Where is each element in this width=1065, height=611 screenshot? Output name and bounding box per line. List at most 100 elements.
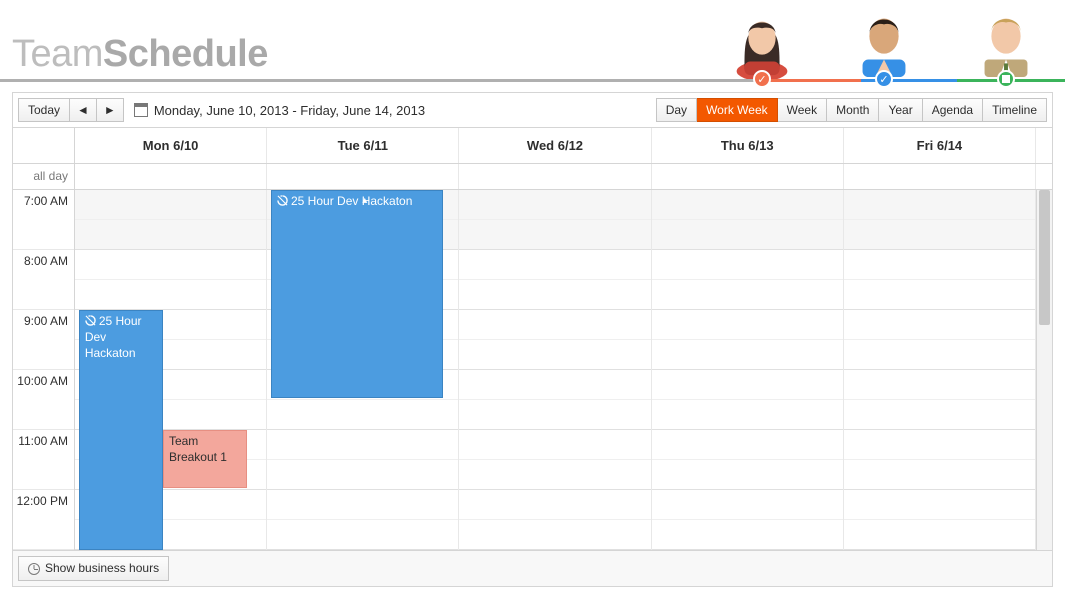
- time-cell[interactable]: [459, 400, 650, 430]
- day-header[interactable]: Wed 6/12: [459, 128, 651, 163]
- calendar-event[interactable]: Team Breakout 1: [163, 430, 247, 488]
- recurring-icon: [277, 195, 288, 206]
- person-checkbox-3[interactable]: [997, 70, 1015, 88]
- day-header[interactable]: Tue 6/11: [267, 128, 459, 163]
- allday-cell[interactable]: [459, 164, 651, 189]
- view-button-week[interactable]: Week: [778, 98, 827, 122]
- app-header: TeamSchedule: [0, 0, 1065, 82]
- continues-up-icon: ▴: [362, 194, 367, 207]
- business-hours-label: Show business hours: [45, 561, 159, 575]
- time-slot-label: 9:00 AM: [13, 310, 74, 370]
- view-button-work-week[interactable]: Work Week: [697, 98, 778, 122]
- allday-cell[interactable]: [75, 164, 267, 189]
- time-cell[interactable]: [844, 280, 1035, 310]
- time-cell[interactable]: [844, 400, 1035, 430]
- allday-cell[interactable]: [844, 164, 1036, 189]
- time-cell[interactable]: [652, 280, 843, 310]
- day-column[interactable]: [459, 190, 651, 550]
- time-cell[interactable]: [267, 520, 458, 550]
- time-cell[interactable]: [267, 460, 458, 490]
- prev-button[interactable]: ◄: [70, 98, 97, 122]
- time-cell[interactable]: [844, 430, 1035, 460]
- view-button-year[interactable]: Year: [879, 98, 922, 122]
- time-cell[interactable]: [459, 430, 650, 460]
- time-cell[interactable]: [267, 490, 458, 520]
- header-scroll-spacer: [1036, 128, 1052, 163]
- time-cell[interactable]: [75, 220, 266, 250]
- time-cell[interactable]: [652, 190, 843, 220]
- day-header[interactable]: Thu 6/13: [652, 128, 844, 163]
- time-cell[interactable]: [459, 460, 650, 490]
- time-cell[interactable]: [459, 250, 650, 280]
- time-cell[interactable]: [652, 250, 843, 280]
- person-avatar-1[interactable]: [721, 0, 803, 79]
- person-checkbox-1[interactable]: [753, 70, 771, 88]
- toolbar-left: Today ◄ ► Monday, June 10, 2013 - Friday…: [18, 98, 425, 122]
- time-cell[interactable]: [844, 490, 1035, 520]
- time-cell[interactable]: [844, 460, 1035, 490]
- business-hours-button[interactable]: Show business hours: [18, 556, 169, 580]
- view-button-month[interactable]: Month: [827, 98, 879, 122]
- time-cell[interactable]: [844, 520, 1035, 550]
- view-switcher: DayWork WeekWeekMonthYearAgendaTimeline: [656, 98, 1047, 122]
- time-cell[interactable]: [844, 190, 1035, 220]
- time-cell[interactable]: [844, 370, 1035, 400]
- view-button-timeline[interactable]: Timeline: [983, 98, 1047, 122]
- time-cell[interactable]: [75, 190, 266, 220]
- person-avatar-2[interactable]: [843, 0, 925, 79]
- time-cell[interactable]: [844, 250, 1035, 280]
- time-cell[interactable]: [459, 490, 650, 520]
- day-column[interactable]: 25 Hour Dev HackatonTeam Breakout 1: [75, 190, 267, 550]
- allday-cell[interactable]: [652, 164, 844, 189]
- time-cell[interactable]: [844, 340, 1035, 370]
- time-cell[interactable]: [459, 520, 650, 550]
- time-cell[interactable]: [652, 460, 843, 490]
- time-cell[interactable]: [267, 400, 458, 430]
- time-cell[interactable]: [844, 310, 1035, 340]
- allday-label: all day: [13, 164, 75, 189]
- view-button-agenda[interactable]: Agenda: [923, 98, 983, 122]
- time-cell[interactable]: [267, 430, 458, 460]
- day-header[interactable]: Mon 6/10: [75, 128, 267, 163]
- people-selector: [721, 0, 1065, 79]
- day-column[interactable]: [652, 190, 844, 550]
- allday-scroll-spacer: [1036, 164, 1052, 189]
- calendar-event[interactable]: 25 Hour Dev Hackaton▴: [271, 190, 443, 398]
- time-cell[interactable]: [459, 340, 650, 370]
- date-range-text: Monday, June 10, 2013 - Friday, June 14,…: [154, 103, 425, 118]
- scrollbar-thumb[interactable]: [1039, 190, 1050, 325]
- scheduler: Today ◄ ► Monday, June 10, 2013 - Friday…: [12, 92, 1053, 587]
- person-avatar-3[interactable]: [965, 0, 1047, 79]
- day-column[interactable]: [844, 190, 1036, 550]
- time-cell[interactable]: [652, 220, 843, 250]
- day-header[interactable]: Fri 6/14: [844, 128, 1036, 163]
- time-cell[interactable]: [75, 280, 266, 310]
- time-cell[interactable]: [652, 490, 843, 520]
- person-checkbox-2[interactable]: [875, 70, 893, 88]
- recurring-icon: [85, 315, 96, 326]
- time-cell[interactable]: [844, 220, 1035, 250]
- time-cell[interactable]: [652, 310, 843, 340]
- today-button[interactable]: Today: [18, 98, 70, 122]
- event-title: Team Breakout 1: [169, 434, 227, 464]
- time-cell[interactable]: [75, 250, 266, 280]
- time-cell[interactable]: [652, 370, 843, 400]
- day-column[interactable]: 25 Hour Dev Hackaton▴: [267, 190, 459, 550]
- time-cell[interactable]: [652, 430, 843, 460]
- date-range-picker[interactable]: Monday, June 10, 2013 - Friday, June 14,…: [134, 103, 425, 118]
- time-cell[interactable]: [459, 370, 650, 400]
- avatar-female-icon: [723, 1, 801, 79]
- time-cell[interactable]: [459, 280, 650, 310]
- time-cell[interactable]: [652, 340, 843, 370]
- time-cell[interactable]: [459, 190, 650, 220]
- calendar-event[interactable]: 25 Hour Dev Hackaton: [79, 310, 163, 550]
- view-button-day[interactable]: Day: [656, 98, 697, 122]
- next-button[interactable]: ►: [97, 98, 124, 122]
- time-cell[interactable]: [652, 400, 843, 430]
- allday-cell[interactable]: [267, 164, 459, 189]
- time-cell[interactable]: [652, 520, 843, 550]
- time-cell[interactable]: [459, 310, 650, 340]
- vertical-scrollbar[interactable]: [1036, 190, 1052, 550]
- calendar-icon: [134, 103, 148, 117]
- time-cell[interactable]: [459, 220, 650, 250]
